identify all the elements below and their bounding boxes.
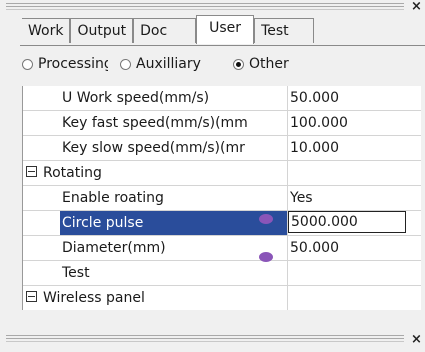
- tab-user[interactable]: User: [196, 15, 255, 44]
- property-value[interactable]: [286, 261, 425, 285]
- property-value-cell[interactable]: 5000.000: [286, 211, 425, 235]
- grid-row-enable-roating[interactable]: Enable roating Yes: [23, 186, 421, 211]
- property-value[interactable]: 100.000: [286, 111, 425, 135]
- radio-other-label: Other: [249, 56, 289, 72]
- tab-bar: Work Output Doc User Test: [22, 15, 314, 44]
- circle-pulse-input[interactable]: 5000.000: [288, 211, 406, 233]
- grid-row-diameter[interactable]: Diameter(mm) 50.000: [23, 236, 421, 261]
- grid-row-test[interactable]: Test: [23, 261, 421, 286]
- property-value[interactable]: 50.000: [286, 86, 425, 110]
- radio-other-dot[interactable]: [233, 58, 244, 70]
- category-name: Rotating: [41, 161, 288, 185]
- selection-marker-icon[interactable]: [259, 214, 273, 224]
- grid-row-u-work-speed[interactable]: U Work speed(mm/s) 50.000: [23, 86, 421, 111]
- grid-category-rotating[interactable]: Rotating: [23, 161, 421, 186]
- collapse-icon[interactable]: [26, 291, 37, 302]
- property-value[interactable]: 50.000: [286, 236, 425, 260]
- property-grid: U Work speed(mm/s) 50.000 Key fast speed…: [22, 86, 421, 310]
- grid-category-wireless-panel[interactable]: Wireless panel: [23, 286, 421, 310]
- collapse-icon[interactable]: [26, 166, 37, 177]
- close-icon[interactable]: ×: [411, 0, 422, 13]
- grid-row-key-fast-speed[interactable]: Key fast speed(mm/s)(mm 100.000: [23, 111, 421, 136]
- grid-row-key-slow-speed[interactable]: Key slow speed(mm/s)(mr 10.000: [23, 136, 421, 161]
- radio-other[interactable]: Other: [233, 56, 289, 72]
- tab-output[interactable]: Output: [70, 18, 134, 43]
- property-value[interactable]: 10.000: [286, 136, 425, 160]
- property-name: U Work speed(mm/s): [60, 86, 288, 110]
- property-name: Enable roating: [60, 186, 288, 210]
- category-value: [286, 161, 425, 185]
- tab-work[interactable]: Work: [22, 18, 71, 43]
- radio-auxilliary[interactable]: Auxilliary: [120, 56, 201, 72]
- radio-auxilliary-label: Auxilliary: [136, 56, 201, 72]
- radio-auxilliary-dot[interactable]: [120, 58, 131, 70]
- tab-doc[interactable]: Doc: [133, 18, 197, 43]
- selection-marker-icon[interactable]: [259, 252, 273, 262]
- radio-processing-label: Processing: [38, 56, 108, 72]
- close-icon[interactable]: ×: [411, 333, 422, 346]
- property-name: Circle pulse: [60, 211, 288, 235]
- panel-gripper-top[interactable]: [6, 2, 404, 14]
- property-panel: × Work Output Doc User Test Processing A…: [0, 0, 425, 352]
- property-name: Test: [60, 261, 288, 285]
- radio-processing-dot[interactable]: [22, 58, 33, 70]
- panel-gripper-bottom[interactable]: [6, 334, 404, 346]
- category-value: [286, 286, 425, 310]
- tab-test[interactable]: Test: [254, 18, 314, 43]
- property-name: Diameter(mm): [60, 236, 288, 260]
- property-name: Key fast speed(mm/s)(mm: [60, 111, 288, 135]
- property-name: Key slow speed(mm/s)(mr: [60, 136, 288, 160]
- tab-divider: [20, 45, 425, 46]
- radio-processing[interactable]: Processing: [22, 56, 108, 72]
- property-value[interactable]: Yes: [286, 186, 425, 210]
- category-name: Wireless panel: [41, 286, 288, 310]
- grid-row-circle-pulse[interactable]: Circle pulse 5000.000: [23, 211, 421, 236]
